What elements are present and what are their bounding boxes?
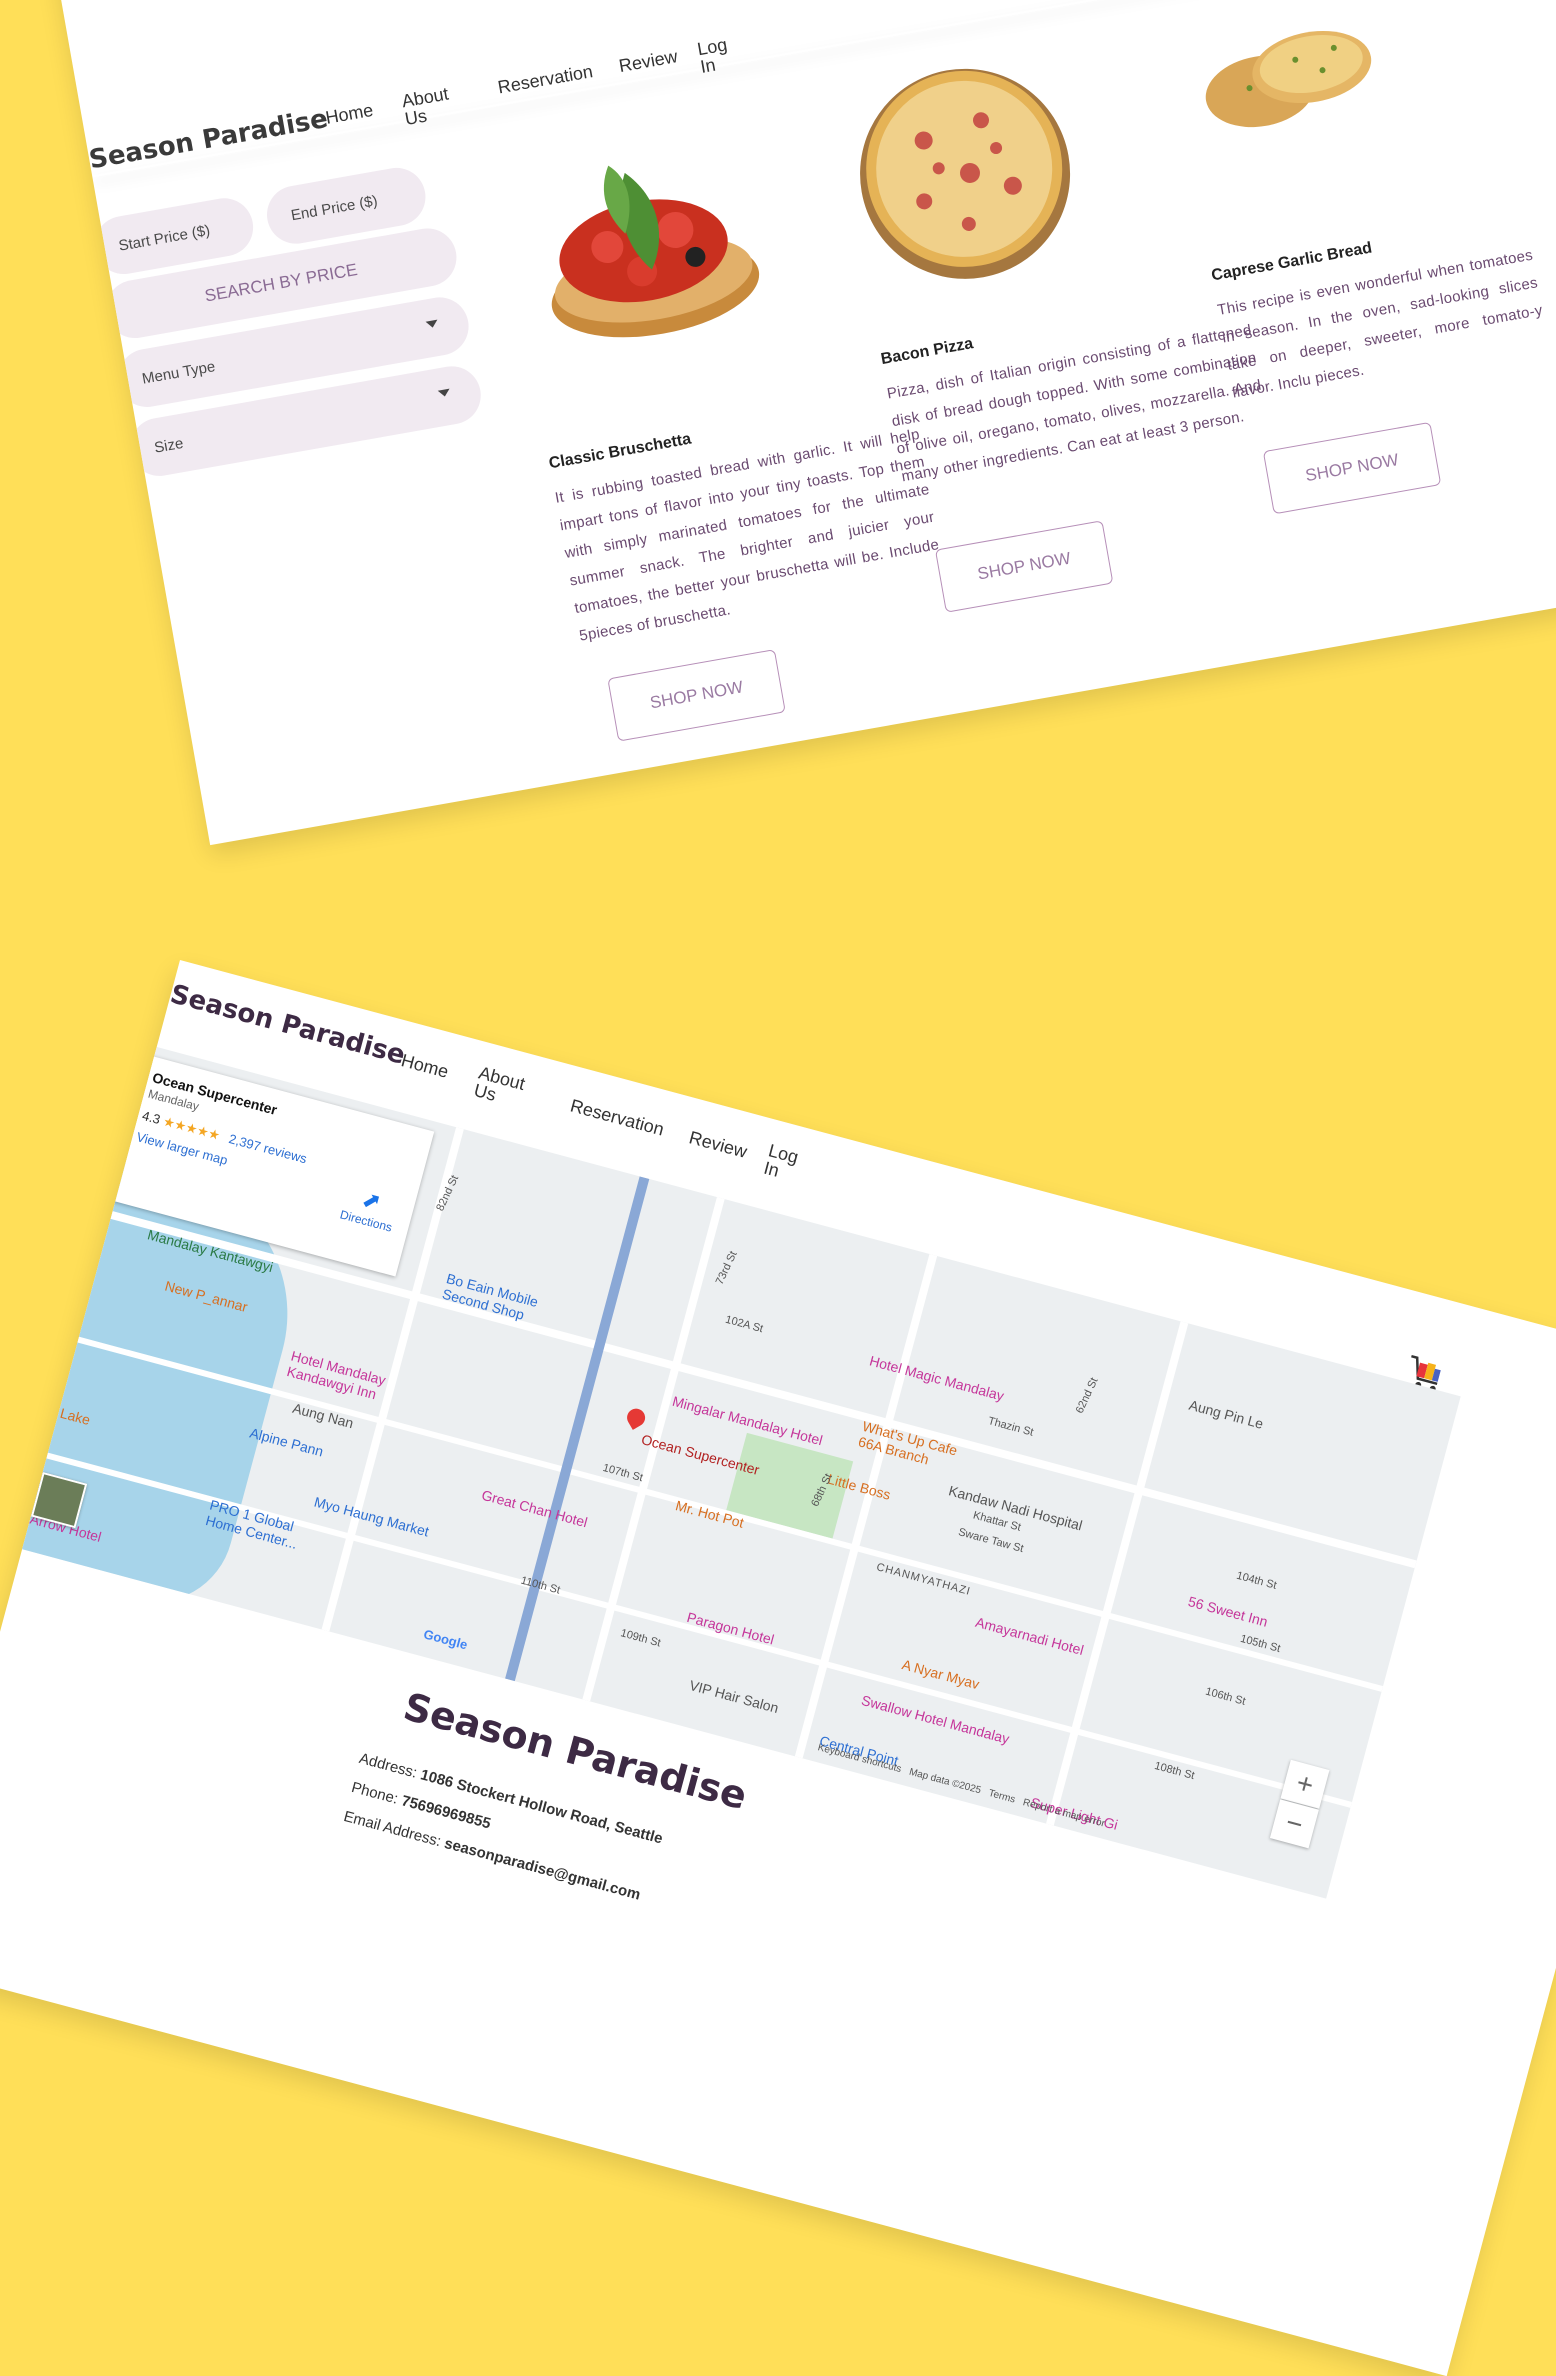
place-rating: 4.3 <box>140 1107 162 1128</box>
google-logo[interactable]: Google <box>422 1626 469 1652</box>
nav-about[interactable]: About Us <box>472 1063 530 1112</box>
product-card: Bacon Pizza Pizza, dish of Italian origi… <box>880 287 1269 491</box>
pizza-image <box>831 36 1098 307</box>
map-pin-icon[interactable] <box>623 1405 649 1430</box>
brand-logo[interactable]: Season Paradise <box>167 979 408 1071</box>
product-card: Classic Bruschetta It is rubbing toasted… <box>548 391 947 650</box>
chevron-down-icon <box>425 319 439 329</box>
product-card: Caprese Garlic Bread This recipe is even… <box>1210 212 1550 407</box>
street-label: 106th St <box>1204 1685 1247 1708</box>
nav-login[interactable]: Log In <box>762 1140 804 1185</box>
shop-now-button[interactable]: SHOP NOW <box>607 649 786 742</box>
nav-review[interactable]: Review <box>687 1127 749 1162</box>
street-label: 102A St <box>724 1313 765 1336</box>
street-label: Thazin St <box>986 1415 1035 1439</box>
map-label[interactable]: Swallow Hotel Mandalay <box>860 1692 1011 1747</box>
chevron-down-icon <box>437 388 451 398</box>
menu-page-screenshot: Season Paradise Home About Us Reservatio… <box>40 0 1556 846</box>
size-label: Size <box>152 434 185 457</box>
map-label[interactable]: Great Chan Hotel <box>480 1487 589 1531</box>
street-label: 109th St <box>619 1627 662 1650</box>
map-label[interactable]: Alpine Pann <box>248 1425 325 1460</box>
nav-reservation[interactable]: Reservation <box>568 1095 666 1139</box>
shop-now-button[interactable]: SHOP NOW <box>934 520 1114 613</box>
nav-about[interactable]: About Us <box>400 83 455 129</box>
location-page-screenshot: Season Paradise Home About Us Reservatio… <box>0 960 1556 2376</box>
nav-home[interactable]: Home <box>324 100 375 128</box>
shop-now-button[interactable]: SHOP NOW <box>1262 421 1442 515</box>
map-label[interactable]: VIP Hair Salon <box>688 1677 781 1716</box>
nav-review[interactable]: Review <box>617 46 679 76</box>
garlic-bread-image <box>1176 0 1400 167</box>
street-label: 62nd St <box>1073 1375 1101 1416</box>
map-label[interactable]: Hotel Magic Mandalay <box>868 1352 1006 1403</box>
nav-login[interactable]: Log In <box>696 34 736 77</box>
map-label[interactable]: Aung Pin Le <box>1187 1397 1265 1432</box>
map-label[interactable]: 56 Sweet Inn <box>1186 1593 1269 1630</box>
map-label[interactable]: Amayarnadi Hotel <box>974 1614 1086 1658</box>
brand-logo[interactable]: Season Paradise <box>87 104 330 176</box>
street-label: 104th St <box>1235 1569 1278 1592</box>
street-label: 73rd St <box>713 1249 740 1287</box>
nav-home[interactable]: Home <box>399 1050 451 1082</box>
bruschetta-image <box>511 121 786 384</box>
menu-type-label: Menu Type <box>140 357 217 388</box>
